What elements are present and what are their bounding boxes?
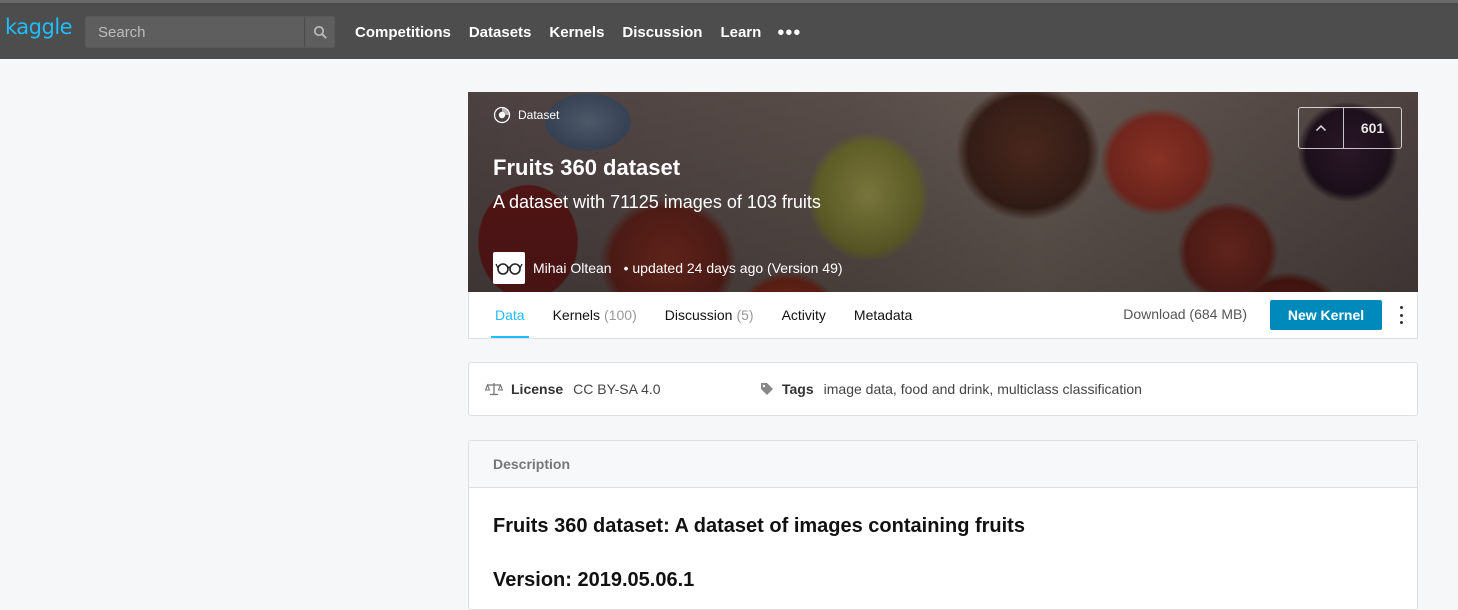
tab-count: (100) — [604, 307, 637, 323]
upvote-button[interactable] — [1299, 108, 1344, 148]
license-label: License — [511, 381, 564, 397]
description-header: Description — [469, 441, 1417, 488]
updated-text: • updated 24 days ago (Version 49) — [623, 260, 843, 276]
kaggle-logo[interactable]: kaggle — [5, 15, 73, 39]
description-card: Description Fruits 360 dataset: A datase… — [468, 440, 1418, 610]
download-link[interactable]: Download (684 MB) — [1123, 306, 1247, 322]
nav-discussion[interactable]: Discussion — [622, 24, 702, 41]
vote-count: 601 — [1360, 120, 1385, 136]
dataset-icon — [493, 106, 511, 124]
description-heading: Fruits 360 dataset: A dataset of images … — [493, 515, 1025, 537]
tab-kernels[interactable]: Kernels (100) — [549, 292, 641, 338]
nav-kernels[interactable]: Kernels — [549, 24, 604, 41]
tab-label: Discussion — [664, 307, 733, 323]
more-options-icon[interactable] — [1397, 306, 1405, 324]
tab-label: Data — [495, 307, 525, 323]
scale-icon — [485, 383, 503, 396]
dataset-type-tag: Dataset — [493, 106, 559, 124]
tab-label: Kernels — [552, 307, 601, 323]
tags-value[interactable]: image data, food and drink, multiclass c… — [824, 381, 1142, 397]
nav-competitions[interactable]: Competitions — [355, 24, 451, 41]
tab-count: (5) — [736, 307, 754, 323]
license-tags-card: License CC BY-SA 4.0 Tags image data, fo… — [468, 362, 1418, 416]
search-input[interactable] — [86, 17, 305, 47]
nav-datasets[interactable]: Datasets — [469, 24, 532, 41]
tab-label: Metadata — [853, 307, 913, 323]
search-box[interactable] — [85, 16, 335, 48]
license-section: License CC BY-SA 4.0 — [485, 381, 661, 397]
more-menu-icon[interactable]: ••• — [777, 23, 801, 43]
tab-label: Activity — [781, 307, 826, 323]
nav-learn[interactable]: Learn — [720, 24, 761, 41]
tags-section: Tags image data, food and drink, multicl… — [760, 381, 1142, 397]
tab-data[interactable]: Data — [491, 292, 529, 338]
tab-metadata[interactable]: Metadata — [850, 292, 916, 338]
tags-label: Tags — [782, 381, 814, 397]
description-version: Version: 2019.05.06.1 — [493, 569, 695, 591]
search-button[interactable] — [304, 17, 334, 47]
license-value[interactable]: CC BY-SA 4.0 — [573, 381, 660, 397]
owner-name[interactable]: Mihai Oltean — [533, 260, 612, 276]
search-icon — [313, 25, 327, 39]
dataset-type-label: Dataset — [518, 108, 560, 122]
dataset-hero: Dataset Fruits 360 dataset A dataset wit… — [468, 92, 1418, 292]
tab-discussion[interactable]: Discussion (5) — [661, 292, 758, 338]
glasses-icon — [495, 263, 523, 275]
owner-info: Mihai Oltean • updated 24 days ago (Vers… — [493, 252, 843, 284]
upvote-widget: 601 — [1298, 107, 1402, 149]
main-nav: Competitions Datasets Kernels Discussion… — [355, 3, 801, 62]
tag-icon — [761, 383, 773, 395]
tab-activity[interactable]: Activity — [778, 292, 830, 338]
dataset-subtitle: A dataset with 71125 images of 103 fruit… — [493, 192, 821, 212]
new-kernel-button[interactable]: New Kernel — [1270, 300, 1382, 330]
chevron-up-icon — [1315, 124, 1327, 132]
top-navbar: kaggle Competitions Datasets Kernels Dis… — [0, 0, 1458, 59]
avatar[interactable] — [493, 252, 525, 284]
dataset-tabs: Data Kernels (100) Discussion (5) Activi… — [491, 292, 936, 338]
dataset-title: Fruits 360 dataset — [493, 155, 681, 180]
dataset-tabs-bar: Data Kernels (100) Discussion (5) Activi… — [468, 292, 1418, 339]
